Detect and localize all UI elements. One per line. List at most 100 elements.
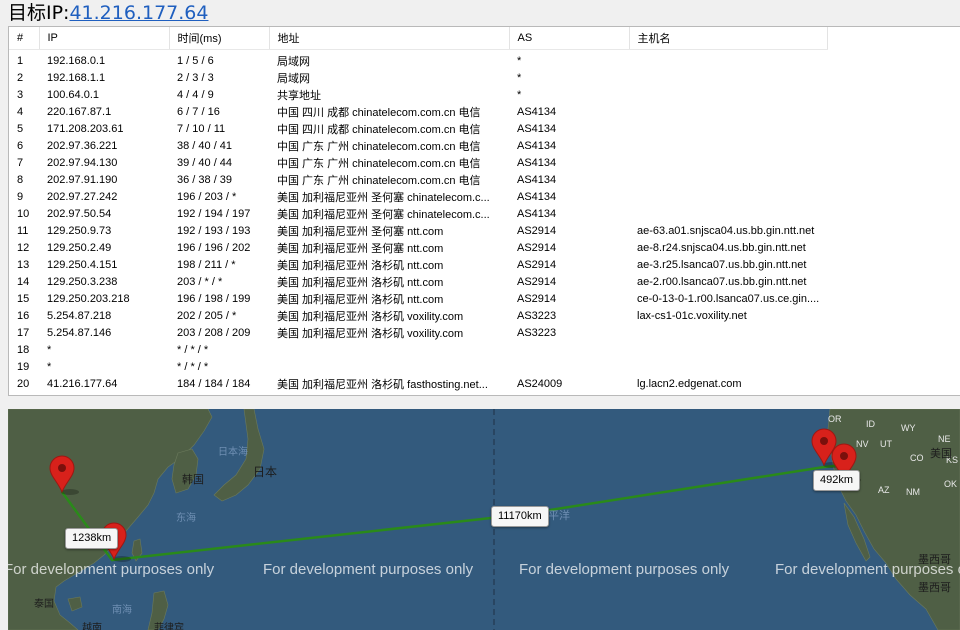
cell-ip: 192.168.1.1 <box>47 71 106 84</box>
cell-hostname: lax-cs1-01c.voxility.net <box>637 309 747 322</box>
cell-ip: 5.254.87.218 <box>47 309 112 322</box>
cell-latency: 1 / 5 / 6 <box>177 54 214 67</box>
cell-latency: 184 / 184 / 184 <box>177 377 251 390</box>
place-label-east-china-sea: 东海 <box>176 513 196 524</box>
cell-asn: AS3223 <box>517 309 557 322</box>
table-row[interactable]: 3 100.64.0.1 4 / 4 / 9 共享地址 * <box>9 86 827 103</box>
route-map[interactable]: 日本海 日本 韩国 东海 南海 泰国 越南 菲律宾 平洋 OR ID WY NE… <box>8 409 960 630</box>
distance-label-sanjose-la: 492km <box>813 470 861 491</box>
cell-latency: 39 / 40 / 44 <box>177 156 233 169</box>
table-row[interactable]: 19 * * / * / * <box>9 358 827 375</box>
table-row[interactable]: 13 129.250.4.151 198 / 211 / * 美国 加利福尼亚州 洛杉… <box>9 256 827 273</box>
col-header-ip[interactable]: IP <box>39 27 170 50</box>
cell-location: 美国 加利福尼亚州 洛杉矶 voxility.com <box>277 310 464 323</box>
cell-ip: 5.254.87.146 <box>47 326 112 339</box>
cell-hostname: ae-63.a01.snjsca04.us.bb.gin.ntt.net <box>637 224 815 237</box>
cell-asn: AS4134 <box>517 139 557 152</box>
cell-ip: 202.97.91.190 <box>47 173 118 186</box>
table-row[interactable]: 1 192.168.0.1 1 / 5 / 6 局域网 * <box>9 50 827 70</box>
cell-hop-number: 9 <box>17 190 24 203</box>
cell-hostname <box>629 137 827 154</box>
place-label-japan: 日本 <box>253 465 278 479</box>
cell-location: 美国 加利福尼亚州 圣何塞 chinatelecom.c... <box>277 208 490 221</box>
traceroute-table-panel: # IP 时间(ms) 地址 AS 主机名 1 192.168.0.1 1 / 5 … <box>8 26 960 396</box>
col-header-address[interactable]: 地址 <box>269 27 510 50</box>
cell-hostname <box>629 50 827 70</box>
dev-watermark: For development purposes only <box>263 561 474 578</box>
cell-location: 美国 加利福尼亚州 圣何塞 chinatelecom.c... <box>277 191 490 204</box>
cell-ip: 129.250.9.73 <box>47 224 112 237</box>
cell-latency: 38 / 40 / 41 <box>177 139 233 152</box>
cell-location: 美国 加利福尼亚州 洛杉矶 ntt.com <box>277 293 444 306</box>
cell-ip: 129.250.3.238 <box>47 275 118 288</box>
cell-hostname <box>629 69 827 86</box>
cell-location: 中国 广东 广州 chinatelecom.com.cn 电信 <box>277 157 481 170</box>
cell-hostname: ae-8.r24.snjsca04.us.bb.gin.ntt.net <box>637 241 806 254</box>
cell-asn: AS4134 <box>517 122 557 135</box>
cell-location: 共享地址 <box>277 89 321 102</box>
map-canvas <box>8 409 960 630</box>
cell-hostname <box>629 358 827 375</box>
cell-latency: 196 / 196 / 202 <box>177 241 251 254</box>
cell-hop-number: 13 <box>17 258 30 271</box>
cell-hop-number: 12 <box>17 241 30 254</box>
table-row[interactable]: 5 171.208.203.61 7 / 10 / 11 中国 四川 成都 china… <box>9 120 827 137</box>
cell-ip: 129.250.203.218 <box>47 292 130 305</box>
col-header-hop[interactable]: # <box>9 27 40 50</box>
cell-ip: 192.168.0.1 <box>47 54 106 67</box>
col-header-as[interactable]: AS <box>509 27 630 50</box>
table-row[interactable]: 7 202.97.94.130 39 / 40 / 44 中国 广东 广州 china… <box>9 154 827 171</box>
cell-latency: 203 / 208 / 209 <box>177 326 251 339</box>
cell-hop-number: 11 <box>17 224 29 237</box>
table-row[interactable]: 4 220.167.87.1 6 / 7 / 16 中国 四川 成都 chinatel… <box>9 103 827 120</box>
target-ip-label: 目标IP: <box>8 2 70 24</box>
col-header-hostname[interactable]: 主机名 <box>629 27 828 50</box>
cell-ip: 202.97.94.130 <box>47 156 118 169</box>
cell-latency: * / * / * <box>177 343 209 356</box>
table-row[interactable]: 8 202.97.91.190 36 / 38 / 39 中国 广东 广州 china… <box>9 171 827 188</box>
cell-latency: 202 / 205 / * <box>177 309 237 322</box>
cell-hop-number: 17 <box>17 326 30 339</box>
table-row[interactable]: 12 129.250.2.49 196 / 196 / 202 美国 加利福尼亚州 圣… <box>9 239 827 256</box>
cell-latency: 203 / * / * <box>177 275 223 288</box>
cell-asn: AS3223 <box>517 326 557 339</box>
hainan-land <box>67 596 83 612</box>
table-row[interactable]: 10 202.97.50.54 192 / 194 / 197 美国 加利福尼亚州 圣… <box>9 205 827 222</box>
cell-location: 中国 四川 成都 chinatelecom.com.cn 电信 <box>277 106 481 119</box>
cell-ip: 171.208.203.61 <box>47 122 124 135</box>
cell-asn: AS4134 <box>517 190 557 203</box>
cell-location: 美国 加利福尼亚州 洛杉矶 fasthosting.net... <box>277 378 488 391</box>
place-label-thailand: 泰国 <box>34 599 54 610</box>
table-row[interactable]: 20 41.216.177.64 184 / 184 / 184 美国 加利福尼亚州 … <box>9 375 827 392</box>
cell-asn: AS2914 <box>517 258 557 271</box>
table-row[interactable]: 11 129.250.9.73 192 / 193 / 193 美国 加利福尼亚州 圣… <box>9 222 827 239</box>
cell-hostname <box>629 341 827 358</box>
table-row[interactable]: 14 129.250.3.238 203 / * / * 美国 加利福尼亚州 洛杉矶 … <box>9 273 827 290</box>
table-row[interactable]: 18 * * / * / * <box>9 341 827 358</box>
cell-hop-number: 7 <box>17 156 24 169</box>
cell-hostname <box>629 120 827 137</box>
cell-hop-number: 6 <box>17 139 24 152</box>
cell-hostname <box>629 188 827 205</box>
cell-hostname <box>629 103 827 120</box>
cell-asn: AS4134 <box>517 105 557 118</box>
table-row[interactable]: 16 5.254.87.218 202 / 205 / * 美国 加利福尼亚州 洛杉矶… <box>9 307 827 324</box>
cell-hop-number: 8 <box>17 173 24 186</box>
cell-location <box>269 358 509 375</box>
table-row[interactable]: 6 202.97.36.221 38 / 40 / 41 中国 广东 广州 china… <box>9 137 827 154</box>
place-label-usa: 美国 <box>930 448 952 460</box>
cell-ip: 202.97.36.221 <box>47 139 118 152</box>
cell-latency: 7 / 10 / 11 <box>177 122 226 135</box>
col-header-time[interactable]: 时间(ms) <box>169 27 270 50</box>
cell-asn: AS4134 <box>517 173 557 186</box>
table-row[interactable]: 2 192.168.1.1 2 / 3 / 3 局域网 * <box>9 69 827 86</box>
cell-ip: 202.97.50.54 <box>47 207 112 220</box>
cell-asn <box>509 358 629 375</box>
table-row[interactable]: 15 129.250.203.218 196 / 198 / 199 美国 加利福尼亚… <box>9 290 827 307</box>
dev-watermark: For development purposes only <box>8 561 215 578</box>
table-row[interactable]: 9 202.97.27.242 196 / 203 / * 美国 加利福尼亚州 圣何塞… <box>9 188 827 205</box>
target-ip-link[interactable]: 41.216.177.64 <box>69 2 208 24</box>
table-row[interactable]: 17 5.254.87.146 203 / 208 / 209 美国 加利福尼亚州 洛… <box>9 324 827 341</box>
cell-asn: AS2914 <box>517 224 557 237</box>
cell-latency: 36 / 38 / 39 <box>177 173 233 186</box>
